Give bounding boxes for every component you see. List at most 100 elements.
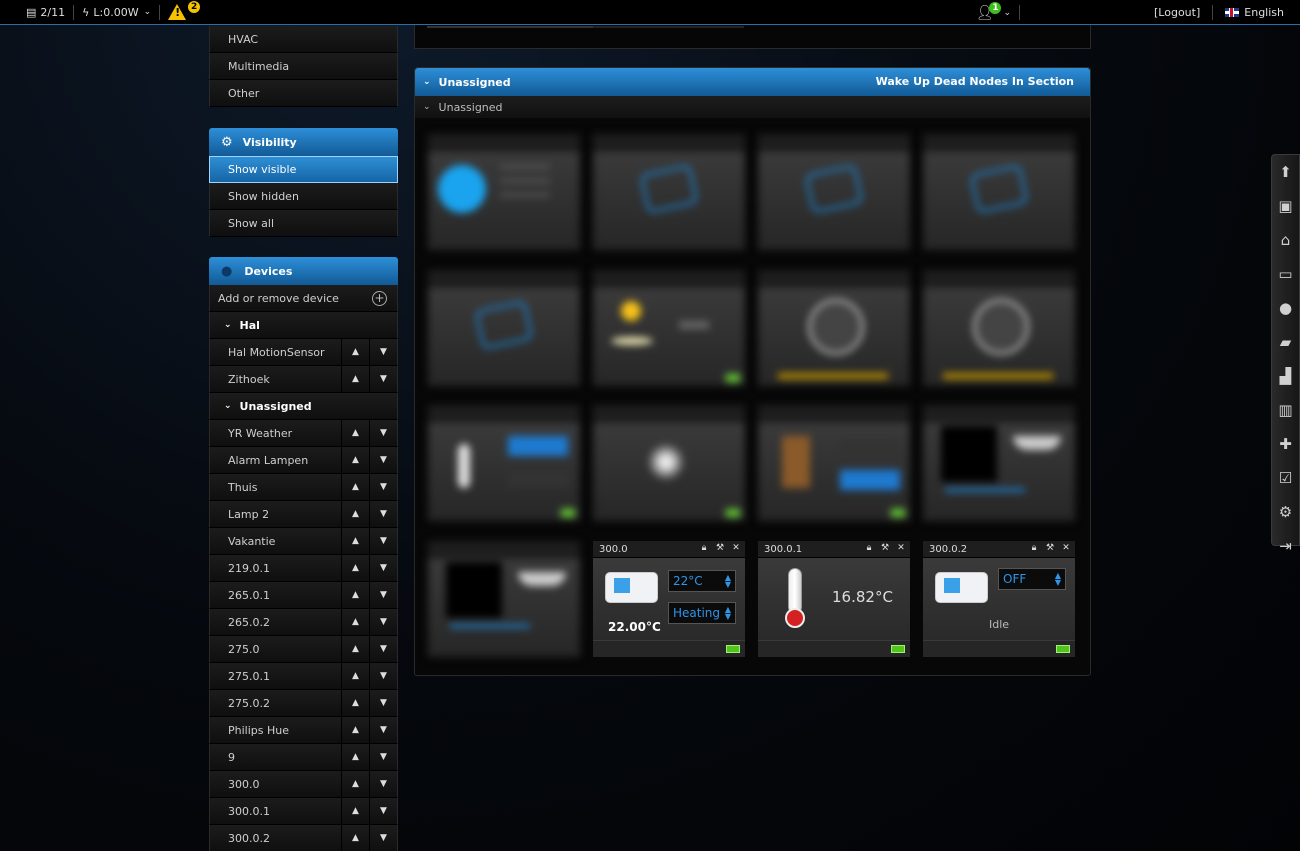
warnings-button[interactable]: 2	[168, 0, 201, 25]
device-tile[interactable]	[758, 270, 910, 386]
category-other[interactable]: Other	[209, 80, 398, 107]
move-down-icon[interactable]: ▼	[369, 501, 397, 527]
category-multimedia[interactable]: Multimedia	[209, 53, 398, 80]
chart-icon[interactable]: ▟	[1272, 359, 1299, 393]
devices-icon[interactable]: ▭	[1272, 257, 1299, 291]
device-item[interactable]: 300.0 ▲ ▼	[209, 771, 398, 798]
calendar-icon[interactable]: ▥	[1272, 393, 1299, 427]
device-item[interactable]: Alarm Lampen ▲ ▼	[209, 447, 398, 474]
room-subheader[interactable]: ⌄ Unassigned	[415, 96, 1090, 118]
move-up-icon[interactable]: ▲	[341, 366, 369, 392]
device-tile[interactable]	[593, 270, 745, 386]
plugins-icon[interactable]: ✚	[1272, 427, 1299, 461]
category-hvac[interactable]: HVAC	[209, 26, 398, 53]
move-down-icon[interactable]: ▼	[369, 420, 397, 446]
device-tile[interactable]	[923, 270, 1075, 386]
arrow-up-icon[interactable]: ⬆	[1272, 155, 1299, 189]
device-item[interactable]: Hal MotionSensor ▲ ▼	[209, 339, 398, 366]
move-down-icon[interactable]: ▼	[369, 825, 397, 851]
power-indicator[interactable]: ϟ L:0.00W ⌄	[82, 0, 151, 25]
move-up-icon[interactable]: ▲	[341, 447, 369, 473]
close-icon[interactable]: ✕	[896, 543, 906, 553]
move-down-icon[interactable]: ▼	[369, 447, 397, 473]
move-up-icon[interactable]: ▲	[341, 420, 369, 446]
device-group-unassigned[interactable]: ⌄ Unassigned	[209, 393, 398, 420]
move-down-icon[interactable]: ▼	[369, 366, 397, 392]
device-item[interactable]: YR Weather ▲ ▼	[209, 420, 398, 447]
section-header[interactable]: ⌄ Unassigned Wake Up Dead Nodes In Secti…	[415, 68, 1090, 96]
device-tile[interactable]	[593, 405, 745, 521]
lock-icon[interactable]: 🔒︎	[864, 543, 874, 553]
lock-icon[interactable]: 🔒︎	[1029, 543, 1039, 553]
device-item[interactable]: Philips Hue ▲ ▼	[209, 717, 398, 744]
updates-indicator[interactable]: ▤ 2/11	[26, 0, 65, 25]
mode-select[interactable]: Heating ▲ ▼	[668, 602, 736, 624]
move-up-icon[interactable]: ▲	[341, 609, 369, 635]
scene-icon[interactable]: ▰	[1272, 325, 1299, 359]
move-up-icon[interactable]: ▲	[341, 798, 369, 824]
move-down-icon[interactable]: ▼	[369, 744, 397, 770]
device-item[interactable]: 275.0 ▲ ▼	[209, 636, 398, 663]
show-hidden-option[interactable]: Show hidden	[209, 183, 398, 210]
wake-up-dead-nodes-link[interactable]: Wake Up Dead Nodes In Section	[876, 75, 1074, 88]
device-item[interactable]: 265.0.1 ▲ ▼	[209, 582, 398, 609]
show-all-option[interactable]: Show all	[209, 210, 398, 237]
device-item[interactable]: Lamp 2 ▲ ▼	[209, 501, 398, 528]
device-item[interactable]: 300.0.1 ▲ ▼	[209, 798, 398, 825]
home-icon[interactable]: ⌂	[1272, 223, 1299, 257]
add-remove-device[interactable]: Add or remove device +	[209, 285, 398, 312]
device-item[interactable]: 275.0.1 ▲ ▼	[209, 663, 398, 690]
move-down-icon[interactable]: ▼	[369, 339, 397, 365]
move-down-icon[interactable]: ▼	[369, 717, 397, 743]
move-up-icon[interactable]: ▲	[341, 771, 369, 797]
move-down-icon[interactable]: ▼	[369, 474, 397, 500]
settings-icon[interactable]: ⚙	[1272, 495, 1299, 529]
move-up-icon[interactable]: ▲	[341, 339, 369, 365]
device-tile[interactable]	[758, 134, 910, 250]
save-icon[interactable]: ▣	[1272, 189, 1299, 223]
lock-icon[interactable]: 🔒︎	[699, 543, 709, 553]
bulb-icon[interactable]: ●	[1272, 291, 1299, 325]
device-tile[interactable]	[428, 405, 580, 521]
move-down-icon[interactable]: ▼	[369, 636, 397, 662]
move-up-icon[interactable]: ▲	[341, 663, 369, 689]
move-down-icon[interactable]: ▼	[369, 555, 397, 581]
temperature-tile-300-0-1[interactable]: 300.0.1 🔒︎ ⚒ ✕ 16.82°C	[758, 541, 910, 657]
device-item[interactable]: 219.0.1 ▲ ▼	[209, 555, 398, 582]
device-tile[interactable]	[593, 134, 745, 250]
thermostat-tile-300-0[interactable]: 300.0 🔒︎ ⚒ ✕ 22°C ▲ ▼ Heating ▲ ▼ 22.00°C	[593, 541, 745, 657]
device-item[interactable]: 300.0.2 ▲ ▼	[209, 825, 398, 851]
move-down-icon[interactable]: ▼	[369, 798, 397, 824]
logout-link[interactable]: [Logout]	[1154, 0, 1200, 25]
move-up-icon[interactable]: ▲	[341, 636, 369, 662]
logout-icon[interactable]: ⇥	[1272, 529, 1299, 563]
move-up-icon[interactable]: ▲	[341, 717, 369, 743]
move-up-icon[interactable]: ▲	[341, 501, 369, 527]
device-item[interactable]: 9 ▲ ▼	[209, 744, 398, 771]
setpoint-select[interactable]: 22°C ▲ ▼	[668, 570, 736, 592]
show-visible-option[interactable]: Show visible	[209, 156, 398, 183]
device-tile[interactable]	[428, 134, 580, 250]
device-item[interactable]: Vakantie ▲ ▼	[209, 528, 398, 555]
wrench-icon[interactable]: ⚒	[715, 543, 725, 553]
user-menu[interactable]: 👤︎ 1 ⌄	[976, 0, 1011, 25]
move-up-icon[interactable]: ▲	[341, 582, 369, 608]
close-icon[interactable]: ✕	[731, 543, 741, 553]
move-up-icon[interactable]: ▲	[341, 555, 369, 581]
device-tile[interactable]	[428, 270, 580, 386]
language-selector[interactable]: English	[1225, 0, 1284, 25]
device-tile[interactable]	[428, 541, 580, 657]
move-down-icon[interactable]: ▼	[369, 663, 397, 689]
wrench-icon[interactable]: ⚒	[1045, 543, 1055, 553]
device-tile[interactable]	[923, 405, 1075, 521]
mode-select[interactable]: OFF ▲ ▼	[998, 568, 1066, 590]
device-item[interactable]: Thuis ▲ ▼	[209, 474, 398, 501]
move-up-icon[interactable]: ▲	[341, 690, 369, 716]
move-up-icon[interactable]: ▲	[341, 528, 369, 554]
move-down-icon[interactable]: ▼	[369, 771, 397, 797]
device-item[interactable]: 275.0.2 ▲ ▼	[209, 690, 398, 717]
device-tile[interactable]	[758, 405, 910, 521]
thermostat-tile-300-0-2[interactable]: 300.0.2 🔒︎ ⚒ ✕ OFF ▲ ▼ Idle	[923, 541, 1075, 657]
device-item[interactable]: Zithoek ▲ ▼	[209, 366, 398, 393]
move-down-icon[interactable]: ▼	[369, 609, 397, 635]
